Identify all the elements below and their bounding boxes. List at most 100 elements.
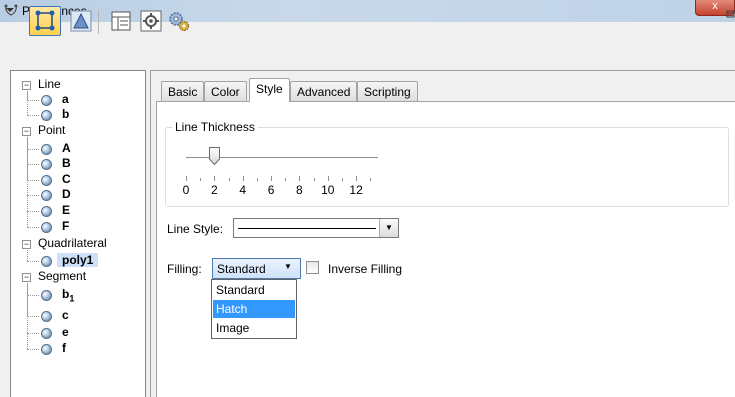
slider-tick-label: 10 [321, 183, 335, 197]
tree-connector [27, 100, 39, 101]
slider-tick [200, 178, 202, 181]
tree-connector [27, 195, 39, 196]
slider-tick [356, 176, 358, 181]
tree-item-label[interactable]: b [62, 107, 69, 121]
visibility-ball-icon[interactable] [41, 311, 52, 322]
filling-label: Filling: [167, 262, 202, 276]
collapse-toolbar-icon[interactable] [5, 6, 15, 14]
visibility-ball-icon[interactable] [41, 206, 52, 217]
tree-item-label[interactable]: a [62, 92, 69, 106]
line-thickness-label: Line Thickness [172, 120, 258, 134]
collapse-icon[interactable]: − [22, 81, 31, 90]
line-style-preview [238, 228, 376, 229]
thickness-slider-thumb[interactable] [208, 147, 220, 165]
filling-dropdown-list[interactable]: Standard Hatch Image [211, 279, 297, 339]
tree-item-selected[interactable]: poly1 [57, 253, 99, 267]
tree-item-text: B [62, 156, 71, 170]
tree-item-label[interactable]: D [62, 187, 71, 201]
tree-connector [27, 211, 39, 212]
tab-color[interactable]: Color [204, 81, 247, 101]
tree-item-text: c [62, 308, 69, 322]
tree-item-text: C [62, 172, 71, 186]
tree-item-label[interactable]: f [62, 341, 66, 355]
inverse-filling-checkbox[interactable] [306, 261, 319, 274]
defaults-icon [140, 10, 162, 32]
visibility-ball-icon[interactable] [41, 344, 52, 355]
layout-icon [111, 11, 131, 31]
tree-item-text: b [62, 107, 70, 121]
settings-button[interactable] [166, 8, 192, 34]
tree-item-text: e [62, 325, 69, 339]
slider-tick [214, 176, 216, 181]
tab-scripting[interactable]: Scripting [357, 81, 418, 101]
filling-selected-value: Standard [217, 262, 266, 276]
chevron-down-icon[interactable]: ▼ [284, 262, 292, 271]
filling-option-standard[interactable]: Standard [213, 281, 295, 299]
visibility-ball-icon[interactable] [41, 159, 52, 170]
tree-item-label[interactable]: E [62, 203, 70, 217]
tab-advanced[interactable]: Advanced [290, 81, 358, 101]
tree-connector [27, 137, 28, 227]
tree-connector [27, 283, 28, 349]
slider-tick [228, 178, 230, 181]
visibility-ball-icon[interactable] [41, 95, 52, 106]
tree-item-label[interactable]: F [62, 219, 69, 233]
graphics-button[interactable] [68, 8, 94, 34]
chevron-down-icon[interactable]: ▼ [379, 219, 398, 237]
tree-connector [27, 250, 28, 261]
tree-connector [27, 115, 39, 116]
tree-item-label[interactable]: b1 [62, 287, 74, 303]
graphics-icon [70, 10, 92, 32]
tree-connector [27, 180, 39, 181]
tree-connector [27, 149, 39, 150]
tree-item-label[interactable]: e [62, 325, 69, 339]
tree-group-label: Quadrilateral [38, 236, 107, 250]
slider-tick-label: 2 [211, 183, 218, 197]
tree-item-label[interactable]: c [62, 308, 69, 322]
line-style-label: Line Style: [167, 222, 224, 236]
slider-tick [271, 176, 273, 181]
tree-connector [27, 261, 39, 262]
slider-tick [256, 178, 258, 181]
visibility-ball-icon[interactable] [41, 144, 52, 155]
visibility-ball-icon[interactable] [41, 222, 52, 233]
slider-tick [299, 176, 301, 181]
collapse-icon[interactable]: − [22, 127, 31, 136]
visibility-ball-icon[interactable] [41, 328, 52, 339]
visibility-ball-icon[interactable] [41, 175, 52, 186]
defaults-button[interactable] [138, 8, 164, 34]
tree-item-subscript: 1 [69, 293, 75, 304]
slider-tick [342, 178, 343, 181]
tab-basic[interactable]: Basic [161, 81, 205, 101]
tree-item-label[interactable]: C [62, 172, 71, 186]
visibility-ball-icon[interactable] [41, 290, 52, 301]
visibility-ball-icon[interactable] [41, 190, 52, 201]
collapse-icon[interactable]: − [22, 240, 31, 249]
tree-connector [27, 295, 39, 296]
tree-item-label[interactable]: A [62, 141, 71, 155]
dock-icon[interactable] [726, 10, 735, 20]
collapse-icon[interactable]: − [22, 273, 31, 282]
tree-connector [27, 227, 39, 228]
tree-group-label: Line [38, 77, 61, 91]
filling-option-image[interactable]: Image [213, 319, 295, 337]
slider-tick-label: 0 [182, 183, 190, 197]
tree-item-label[interactable]: B [62, 156, 71, 170]
object-tree[interactable] [10, 70, 146, 397]
select-object-icon [35, 10, 55, 31]
tree-group-label: Segment [38, 269, 87, 283]
visibility-ball-icon[interactable] [41, 256, 52, 267]
tree-item-text: E [62, 203, 71, 217]
filling-option-hatch[interactable]: Hatch [213, 300, 295, 318]
slider-tick [186, 176, 187, 181]
tab-style[interactable]: Style [249, 78, 290, 102]
layout-button[interactable] [108, 8, 134, 34]
slider-tick [313, 178, 315, 181]
visibility-ball-icon[interactable] [41, 110, 52, 121]
slider-tick [370, 178, 372, 181]
tree-group-label: Point [38, 123, 66, 137]
toolbar-separator [98, 10, 99, 34]
select-objects-button[interactable] [29, 6, 61, 36]
tree-item-text: poly1 [62, 253, 94, 267]
slider-tick [327, 176, 329, 181]
